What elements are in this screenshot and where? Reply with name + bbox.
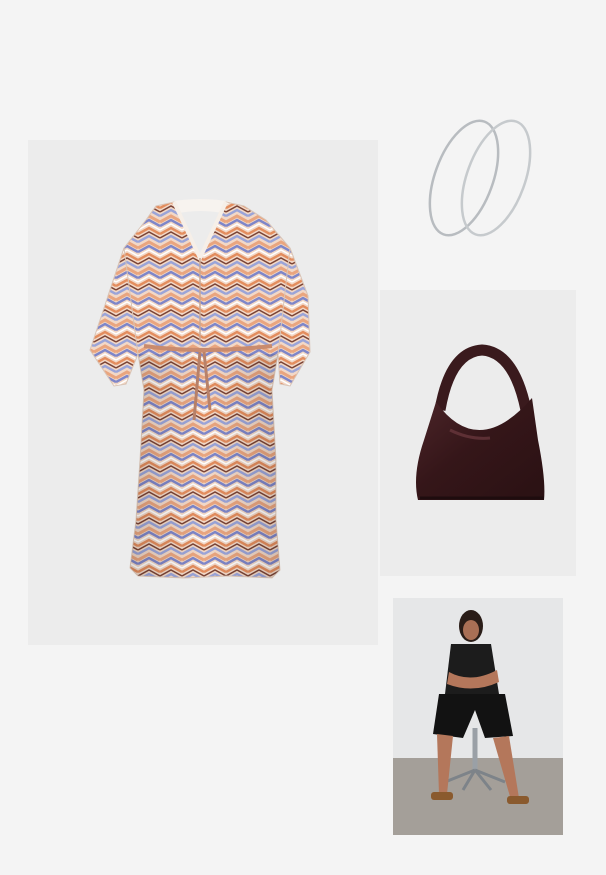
dress-product-image[interactable] bbox=[28, 140, 378, 645]
hobo-bag-illustration bbox=[416, 344, 545, 500]
dress-illustration bbox=[89, 199, 311, 579]
hoop-earrings-illustration bbox=[428, 119, 532, 237]
hoop-earrings-product-image[interactable] bbox=[418, 112, 538, 242]
model-outfit-photo[interactable] bbox=[393, 598, 563, 835]
hobo-bag-product-image[interactable] bbox=[380, 290, 576, 576]
model-illustration bbox=[393, 598, 563, 835]
